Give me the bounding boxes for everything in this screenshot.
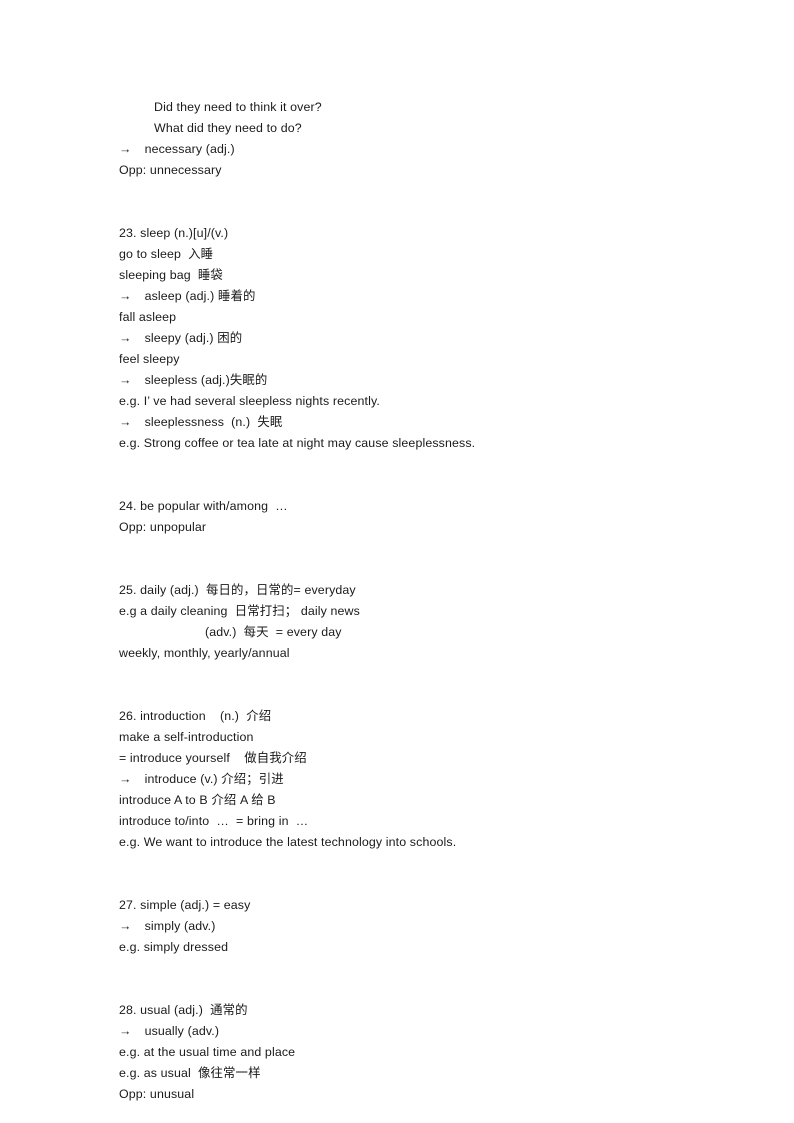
note-line-text: fall asleep (119, 310, 177, 324)
note-line: e.g. Strong coffee or tea late at night … (119, 433, 719, 454)
note-line-text: = introduce yourself 做自我介绍 (119, 751, 307, 765)
note-line: (adv.) 每天 = every day (119, 622, 719, 643)
note-line: → asleep (adj.) 睡着的 (119, 286, 719, 307)
note-line-text: 26. introduction (n.) 介绍 (119, 709, 272, 723)
arrow-right-icon: → (119, 1024, 132, 1038)
note-line: e.g. at the usual time and place (119, 1042, 719, 1063)
note-line: → simply (adv.) (119, 916, 719, 937)
note-line-text: 23. sleep (n.)[u]/(v.) (119, 226, 229, 240)
note-line-text: 27. simple (adj.) = easy (119, 898, 251, 912)
note-line-text: sleepless (adj.)失眠的 (141, 373, 268, 387)
note-line: 28. usual (adj.) 通常的 (119, 1000, 719, 1021)
note-line-text: Opp: unusual (119, 1087, 195, 1101)
note-line-text: make a self-introduction (119, 730, 254, 744)
arrow-right-icon: → (119, 142, 132, 156)
note-line: → sleepy (adj.) 困的 (119, 328, 719, 349)
arrow-right-icon: → (119, 919, 132, 933)
document-page: Did they need to think it over? What did … (0, 0, 794, 1123)
note-line-text: introduce (v.) 介绍；引进 (141, 772, 284, 786)
note-line: Opp: unnecessary (119, 160, 719, 181)
arrow-right-icon: → (119, 772, 132, 786)
note-line: go to sleep 入睡 (119, 244, 719, 265)
note-line-text: usually (adv.) (141, 1024, 220, 1038)
arrow-right-icon: → (119, 415, 132, 429)
note-line: e.g. as usual 像往常一样 (119, 1063, 719, 1084)
note-line: feel sleepy (119, 349, 719, 370)
note-line-text: e.g. simply dressed (119, 940, 229, 954)
note-line: = introduce yourself 做自我介绍 (119, 748, 719, 769)
note-line: e.g. I’ ve had several sleepless nights … (119, 391, 719, 412)
note-line: → necessary (adj.) (119, 139, 719, 160)
note-line: fall asleep (119, 307, 719, 328)
note-line-text: e.g. at the usual time and place (119, 1045, 296, 1059)
note-line-text: (adv.) 每天 = every day (205, 625, 342, 639)
note-line: 25. daily (adj.) 每日的，日常的= everyday (119, 580, 719, 601)
note-line: Did they need to think it over? (119, 97, 719, 118)
note-line: What did they need to do? (119, 118, 719, 139)
note-line: e.g. simply dressed (119, 937, 719, 958)
note-line: make a self-introduction (119, 727, 719, 748)
note-line: weekly, monthly, yearly/annual (119, 643, 719, 664)
document-text-body: Did they need to think it over? What did … (119, 97, 719, 1123)
note-line-text: Did they need to think it over? (154, 100, 322, 114)
note-line-text: e.g. We want to introduce the latest tec… (119, 835, 457, 849)
note-line-text: asleep (adj.) 睡着的 (141, 289, 256, 303)
note-line: 24. be popular with/among … (119, 496, 719, 517)
arrow-right-icon: → (119, 289, 132, 303)
note-line-text: 25. daily (adj.) 每日的，日常的= everyday (119, 583, 356, 597)
note-line-text: sleeplessness (n.) 失眠 (141, 415, 283, 429)
note-line: 23. sleep (n.)[u]/(v.) (119, 223, 719, 244)
note-line-text: go to sleep 入睡 (119, 247, 214, 261)
note-line: e.g a daily cleaning 日常打扫； daily news (119, 601, 719, 622)
note-line: 26. introduction (n.) 介绍 (119, 706, 719, 727)
note-line: → sleepless (adj.)失眠的 (119, 370, 719, 391)
note-line-text: weekly, monthly, yearly/annual (119, 646, 290, 660)
note-line-text: e.g a daily cleaning 日常打扫； daily news (119, 604, 360, 618)
note-line-text: sleepy (adj.) 困的 (141, 331, 243, 345)
note-line: sleeping bag 睡袋 (119, 265, 719, 286)
note-line-text: simply (adv.) (141, 919, 216, 933)
arrow-right-icon: → (119, 331, 132, 345)
note-line: → introduce (v.) 介绍；引进 (119, 769, 719, 790)
note-line-text: sleeping bag 睡袋 (119, 268, 223, 282)
note-line: e.g. We want to introduce the latest tec… (119, 832, 719, 853)
note-line-text: e.g. I’ ve had several sleepless nights … (119, 394, 380, 408)
note-line-text: introduce to/into … = bring in … (119, 814, 309, 828)
note-line: Opp: unpopular (119, 517, 719, 538)
note-line-text: 24. be popular with/among … (119, 499, 288, 513)
note-line-text: Opp: unpopular (119, 520, 207, 534)
note-line: introduce to/into … = bring in … (119, 811, 719, 832)
arrow-right-icon: → (119, 373, 132, 387)
note-line-text: e.g. Strong coffee or tea late at night … (119, 436, 476, 450)
note-line: introduce A to B 介绍 A 给 B (119, 790, 719, 811)
note-line: → usually (adv.) (119, 1021, 719, 1042)
note-line-text: What did they need to do? (154, 121, 302, 135)
note-line-text: e.g. as usual 像往常一样 (119, 1066, 261, 1080)
note-line: 27. simple (adj.) = easy (119, 895, 719, 916)
note-line-text: Opp: unnecessary (119, 163, 222, 177)
note-line-text: feel sleepy (119, 352, 180, 366)
note-line: → sleeplessness (n.) 失眠 (119, 412, 719, 433)
note-line-text: 28. usual (adj.) 通常的 (119, 1003, 248, 1017)
note-line-text: introduce A to B 介绍 A 给 B (119, 793, 276, 807)
note-line-text: necessary (adj.) (141, 142, 235, 156)
note-line: Opp: unusual (119, 1084, 719, 1105)
